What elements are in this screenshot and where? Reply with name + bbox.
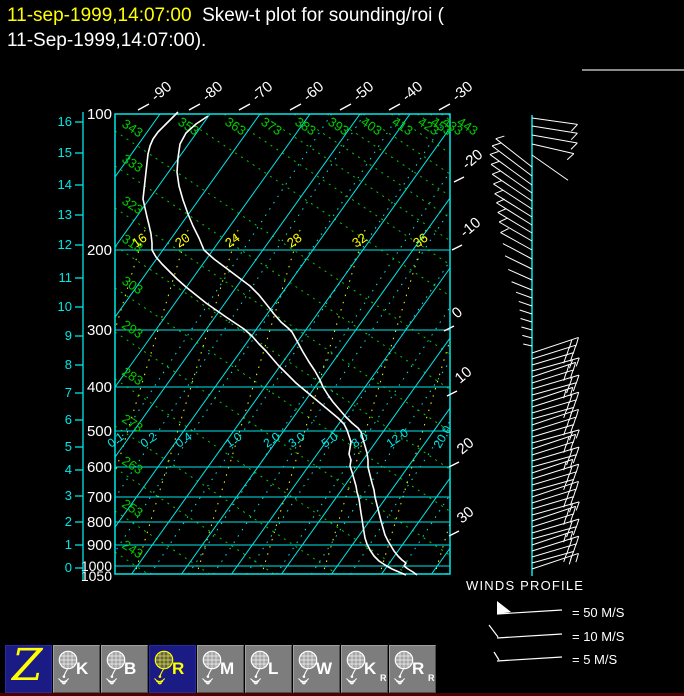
button-label: R	[412, 659, 425, 678]
button-label: R	[172, 659, 185, 678]
svg-text:5: 5	[65, 439, 72, 454]
svg-text:12: 12	[58, 237, 72, 252]
svg-text:14: 14	[58, 177, 72, 192]
svg-text:1: 1	[65, 537, 72, 552]
svg-text:273: 273	[119, 411, 145, 435]
toolbar-button-kr[interactable]: K R	[341, 645, 388, 693]
svg-text:900: 900	[87, 537, 112, 554]
svg-text:9: 9	[65, 328, 72, 343]
svg-text:10: 10	[58, 299, 72, 314]
svg-text:WINDS PROFILE: WINDS PROFILE	[466, 578, 584, 593]
svg-text:403: 403	[358, 114, 384, 138]
svg-text:100: 100	[87, 106, 112, 123]
toolbar-button-k[interactable]: K	[53, 645, 100, 693]
button-label: W	[316, 659, 333, 678]
svg-text:800: 800	[87, 514, 112, 531]
button-label: K	[76, 659, 89, 678]
svg-text:413: 413	[389, 114, 415, 138]
toolbar-button-b[interactable]: B	[101, 645, 148, 693]
svg-text:= 50 M/S: = 50 M/S	[572, 605, 625, 620]
svg-text:8.0: 8.0	[349, 429, 371, 450]
svg-text:243: 243	[119, 537, 145, 561]
svg-text:10: 10	[452, 363, 476, 387]
svg-text:1.0: 1.0	[223, 429, 245, 450]
svg-text:-60: -60	[300, 78, 328, 105]
svg-text:303: 303	[119, 273, 145, 297]
toolbar-button-w[interactable]: W	[293, 645, 340, 693]
svg-text:323: 323	[119, 193, 145, 217]
svg-text:600: 600	[87, 459, 112, 476]
svg-text:-70: -70	[249, 78, 277, 105]
toolbar: Z K B R M L W K R R R	[0, 640, 684, 694]
svg-text:11: 11	[59, 270, 73, 285]
svg-text:2: 2	[65, 514, 72, 529]
svg-text:-40: -40	[399, 78, 427, 105]
svg-text:4: 4	[65, 462, 72, 477]
svg-text:0: 0	[449, 304, 466, 322]
svg-text:400: 400	[87, 379, 112, 396]
svg-text:383: 383	[292, 114, 318, 138]
svg-text:12.0: 12.0	[384, 425, 411, 450]
svg-text:6: 6	[65, 412, 72, 427]
button-label: M	[220, 659, 235, 678]
svg-text:253: 253	[119, 496, 145, 520]
svg-text:= 10 M/S: = 10 M/S	[572, 629, 625, 644]
button-label: K	[364, 659, 377, 678]
svg-text:263: 263	[119, 453, 145, 477]
svg-text:-80: -80	[199, 78, 227, 105]
svg-text:393: 393	[325, 114, 351, 138]
svg-text:7: 7	[65, 385, 72, 400]
skew-t-chart: 1002003004005006007008009001000105001234…	[58, 78, 625, 667]
z-logo-icon: Z	[12, 640, 43, 691]
svg-text:-50: -50	[350, 78, 378, 105]
svg-text:-90: -90	[148, 78, 176, 105]
button-sublabel: R	[380, 673, 387, 683]
button-label: B	[124, 659, 137, 678]
svg-text:8: 8	[65, 357, 72, 372]
svg-text:343: 343	[119, 116, 145, 140]
svg-text:0.4: 0.4	[173, 429, 195, 450]
svg-text:20: 20	[454, 434, 478, 458]
svg-text:20.0: 20.0	[430, 423, 454, 451]
svg-text:2.0: 2.0	[261, 429, 283, 450]
svg-text:28: 28	[284, 230, 304, 251]
svg-text:373: 373	[258, 114, 284, 138]
svg-text:13: 13	[58, 207, 72, 222]
toolbar-button-l[interactable]: L	[245, 645, 292, 693]
svg-text:0.2: 0.2	[138, 429, 160, 450]
svg-text:353: 353	[175, 114, 201, 138]
svg-text:-20: -20	[459, 146, 487, 173]
svg-text:293: 293	[119, 317, 145, 341]
svg-text:32: 32	[349, 230, 369, 251]
button-sublabel: R	[428, 673, 435, 683]
application-window: 11-sep-1999,14:07:00 Skew-t plot for sou…	[0, 0, 684, 696]
svg-text:1050: 1050	[81, 568, 112, 584]
button-label: L	[268, 659, 279, 678]
svg-text:-10: -10	[457, 214, 485, 241]
toolbar-button-r-active[interactable]: R	[149, 645, 196, 693]
svg-text:0: 0	[65, 560, 72, 575]
toolbar-button-zoom-logo[interactable]: Z	[5, 640, 52, 693]
svg-text:16: 16	[58, 114, 72, 129]
toolbar-button-m[interactable]: M	[197, 645, 244, 693]
svg-text:-30: -30	[449, 78, 477, 105]
svg-text:30: 30	[454, 503, 478, 527]
svg-text:700: 700	[87, 489, 112, 506]
svg-text:333: 333	[119, 151, 145, 175]
svg-text:3: 3	[65, 488, 72, 503]
toolbar-button-rr[interactable]: R R	[389, 645, 436, 693]
svg-text:15: 15	[58, 145, 72, 160]
svg-text:283: 283	[119, 364, 145, 388]
svg-text:36: 36	[410, 230, 430, 251]
svg-text:300: 300	[87, 322, 112, 339]
svg-text:200: 200	[87, 242, 112, 259]
